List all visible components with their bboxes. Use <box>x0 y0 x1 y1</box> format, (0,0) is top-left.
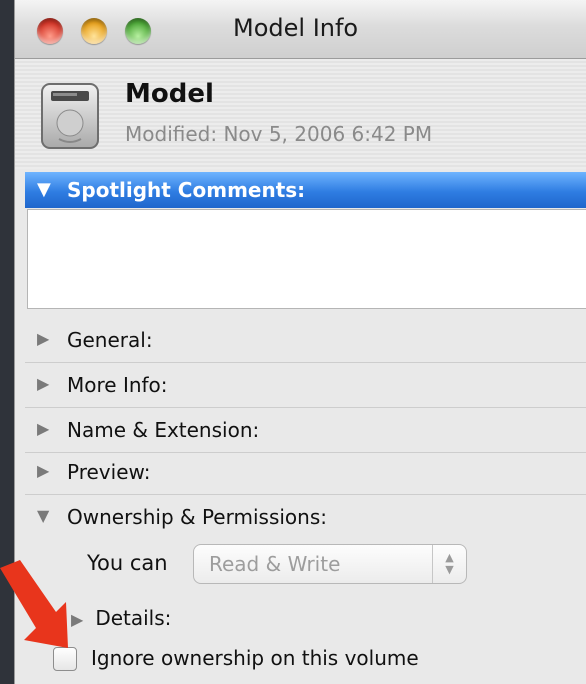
spotlight-comments-header[interactable]: ▼ Spotlight Comments: <box>25 172 586 208</box>
disclosure-closed-icon: ▶ <box>37 419 50 438</box>
section-general[interactable]: ▶ General: <box>25 318 586 363</box>
you-can-label: You can <box>87 551 168 575</box>
disclosure-open-icon: ▼ <box>37 506 50 525</box>
access-popup[interactable]: Read & Write ▲ ▼ <box>193 544 467 584</box>
info-window: Model Info Model Modified: Nov 5, 2006 6… <box>14 0 586 684</box>
section-general-label: General: <box>67 328 153 352</box>
ignore-ownership-checkbox[interactable] <box>53 647 77 671</box>
ignore-ownership-label: Ignore ownership on this volume <box>91 646 419 670</box>
file-header: Model Modified: Nov 5, 2006 6:42 PM <box>15 59 586 169</box>
disclosure-closed-icon: ▶ <box>37 374 50 393</box>
details-label: Details: <box>95 606 172 630</box>
section-more-info-label: More Info: <box>67 373 168 397</box>
access-value: Read & Write <box>209 552 341 576</box>
section-more-info[interactable]: ▶ More Info: <box>25 363 586 408</box>
spotlight-comments-label: Spotlight Comments: <box>67 178 306 202</box>
section-ownership-label: Ownership & Permissions: <box>67 505 327 529</box>
red-arrow-icon <box>0 560 68 648</box>
zoom-button[interactable] <box>125 18 151 44</box>
window-title: Model Info <box>233 14 359 42</box>
section-preview-label: Preview: <box>67 460 151 484</box>
spotlight-comments-field[interactable] <box>27 209 586 309</box>
minimize-button[interactable] <box>81 18 107 44</box>
hard-disk-icon <box>41 83 99 149</box>
disclosure-closed-icon: ▶ <box>37 461 50 480</box>
file-name: Model <box>125 79 214 109</box>
disclosure-open-icon: ▼ <box>37 179 51 200</box>
section-name-extension-label: Name & Extension: <box>67 418 260 442</box>
section-name-extension[interactable]: ▶ Name & Extension: <box>25 408 586 453</box>
disclosure-closed-icon: ▶ <box>37 329 50 348</box>
close-button[interactable] <box>37 18 63 44</box>
title-bar[interactable]: Model Info <box>15 0 586 59</box>
section-preview[interactable]: ▶ Preview: <box>25 450 586 495</box>
popup-arrows-icon: ▲ ▼ <box>432 545 466 583</box>
section-ownership[interactable]: ▼ Ownership & Permissions: <box>25 495 586 539</box>
modified-date: Modified: Nov 5, 2006 6:42 PM <box>125 122 433 146</box>
details-disclosure[interactable]: ▶ Details: <box>71 606 171 630</box>
